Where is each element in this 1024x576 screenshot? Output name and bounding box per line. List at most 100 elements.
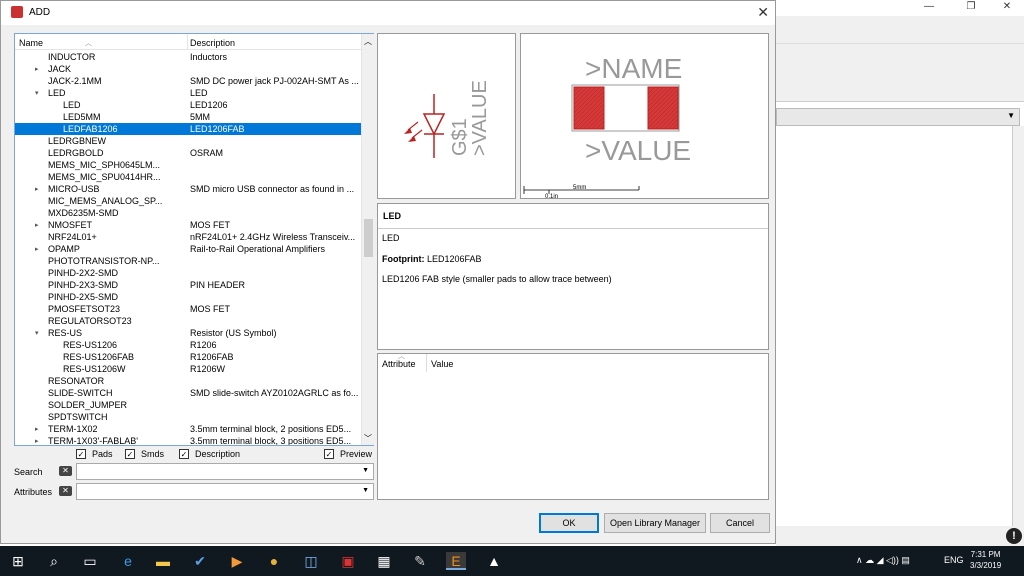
system-tray-icons[interactable]: ∧ ☁ ◢ ◁)) ▤ <box>856 555 910 566</box>
language-indicator[interactable]: ENG <box>944 555 964 565</box>
media-player-icon[interactable]: ▶ <box>227 552 247 570</box>
calculator-icon[interactable]: ▦ <box>374 552 394 570</box>
close-icon[interactable]: ✕ <box>757 4 769 21</box>
expand-icon[interactable]: ▸ <box>35 65 39 73</box>
tree-row[interactable]: SOLDER_JUMPER <box>15 399 361 411</box>
expand-icon[interactable]: ▸ <box>35 221 39 229</box>
tree-row[interactable]: ▾ LED LED <box>15 87 361 99</box>
tree-row[interactable]: NRF24L01+ nRF24L01+ 2.4GHz Wireless Trans… <box>15 231 361 243</box>
expand-icon[interactable]: ▸ <box>35 437 39 445</box>
tree-row-description: MOS FET <box>190 220 230 230</box>
library-tree[interactable]: ︿ Name Description INDUCTOR Inductors ▸ JAC… <box>14 33 374 446</box>
clear-attributes-icon[interactable]: ✕ <box>59 486 72 496</box>
tree-row[interactable]: LEDRGBNEW <box>15 135 361 147</box>
tree-row-name: MEMS_MIC_SPH0645LM... <box>48 160 161 170</box>
expand-icon[interactable]: ▸ <box>35 425 39 433</box>
tree-row[interactable]: PHOTOTRANSISTOR-NP... <box>15 255 361 267</box>
attribute-table[interactable]: ︿ Attribute Value <box>377 353 769 500</box>
tree-row-description: SMD slide-switch AYZ0102AGRLC as fo... <box>190 388 359 398</box>
chevron-down-icon[interactable]: ▼ <box>362 467 369 474</box>
tree-row[interactable]: LEDRGBOLD OSRAM <box>15 147 361 159</box>
expand-icon[interactable]: ▸ <box>35 245 39 253</box>
info-icon[interactable]: ! <box>1006 528 1022 544</box>
tree-row[interactable]: MEMS_MIC_SPU0414HR... <box>15 171 361 183</box>
tree-row[interactable]: PINHD-2X2-SMD <box>15 267 361 279</box>
tree-row[interactable]: RES-US1206FAB R1206FAB <box>15 351 361 363</box>
tree-row-description: Resistor (US Symbol) <box>190 328 277 338</box>
tree-row[interactable]: LEDFAB1206 LED1206FAB <box>15 123 361 135</box>
task-view-icon[interactable]: ▭ <box>80 552 100 570</box>
restore-icon[interactable]: ❐ <box>956 1 986 12</box>
tree-row[interactable]: PINHD-2X5-SMD <box>15 291 361 303</box>
expand-icon[interactable]: ▸ <box>35 185 39 193</box>
column-header-name[interactable]: Name <box>19 38 43 48</box>
photos-icon[interactable]: ▲ <box>484 552 504 570</box>
close-icon[interactable]: ✕ <box>992 1 1022 12</box>
tree-row[interactable]: JACK-2.1MM SMD DC power jack PJ-002AH-SMT… <box>15 75 361 87</box>
tree-scrollbar[interactable]: ︿ ﹀ <box>361 34 374 445</box>
tree-row[interactable]: LED LED1206 <box>15 99 361 111</box>
pads-checkbox[interactable]: ✓ Pads <box>76 449 113 459</box>
tree-row[interactable]: ▸ OPAMP Rail-to-Rail Operational Amplifier… <box>15 243 361 255</box>
attributes-input[interactable]: ▼ <box>76 483 374 500</box>
tree-row[interactable]: ▸ MICRO-USB SMD micro USB connector as fou… <box>15 183 361 195</box>
taskbar: ⊞ ⌕ ▭ e ▬ ✔ ▶ ● ◫ ▣ ▦ ✎ E ▲ ∧ ☁ ◢ ◁)) ▤ … <box>0 546 1024 576</box>
start-icon[interactable]: ⊞ <box>8 552 28 570</box>
tree-row[interactable]: RES-US1206W R1206W <box>15 363 361 375</box>
pdf-icon[interactable]: ▣ <box>338 552 358 570</box>
eagle-icon[interactable]: E <box>446 552 466 570</box>
tree-row[interactable]: PMOSFETSOT23 MOS FET <box>15 303 361 315</box>
edge-icon[interactable]: e <box>118 552 138 570</box>
search-input[interactable]: ▼ <box>76 463 374 480</box>
column-header-value[interactable]: Value <box>431 359 453 369</box>
mail-icon[interactable]: ✔ <box>190 552 210 570</box>
clock-time: 7:31 PM <box>970 550 1001 559</box>
description-checkbox[interactable]: ✓ Description <box>179 449 240 459</box>
scale-mm-label: 5mm <box>573 185 586 191</box>
tree-row[interactable]: ▸ TERM-1X02 3.5mm terminal block, 2 positi… <box>15 423 361 435</box>
collapse-icon[interactable]: ▾ <box>35 89 39 97</box>
footprint-note: LED1206 FAB style (smaller pads to allow… <box>382 274 612 284</box>
chevron-down-icon[interactable]: ▼ <box>362 487 369 494</box>
tree-row[interactable]: SPDTSWITCH <box>15 411 361 423</box>
paint-icon[interactable]: ✎ <box>410 552 430 570</box>
scroll-thumb[interactable] <box>364 219 373 257</box>
cancel-button[interactable]: Cancel <box>710 513 770 533</box>
package-preview: >NAME >VALUE 5mm 0.1in <box>520 33 769 200</box>
tree-row-description: LED1206FAB <box>190 124 245 134</box>
tree-row[interactable]: ▸ TERM-1X03'-FABLAB' 3.5mm terminal block,… <box>15 435 361 445</box>
tree-row[interactable]: RES-US1206 R1206 <box>15 339 361 351</box>
column-header-attribute[interactable]: Attribute <box>382 359 416 369</box>
tree-row[interactable]: ▾ RES-US Resistor (US Symbol) <box>15 327 361 339</box>
clear-search-icon[interactable]: ✕ <box>59 466 72 476</box>
background-combobox[interactable]: ▼ <box>776 108 1020 126</box>
open-library-manager-button[interactable]: Open Library Manager <box>604 513 706 533</box>
ok-button[interactable]: OK <box>539 513 599 533</box>
collapse-icon[interactable]: ▾ <box>35 329 39 337</box>
tree-row-name: SOLDER_JUMPER <box>48 400 128 410</box>
tree-row[interactable]: PINHD-2X3-SMD PIN HEADER <box>15 279 361 291</box>
tree-row[interactable]: SLIDE-SWITCH SMD slide-switch AYZ0102AGRL… <box>15 387 361 399</box>
app-window-icon[interactable]: ◫ <box>301 552 321 570</box>
search-icon[interactable]: ⌕ <box>44 552 64 570</box>
tree-row[interactable]: INDUCTOR Inductors <box>15 51 361 63</box>
tree-row[interactable]: MIC_MEMS_ANALOG_SP... <box>15 195 361 207</box>
chrome-icon[interactable]: ● <box>264 552 284 570</box>
tree-row-name: NMOSFET <box>48 220 92 230</box>
preview-checkbox[interactable]: ✓ Preview <box>324 449 372 459</box>
tree-row[interactable]: LED5MM 5MM <box>15 111 361 123</box>
tree-row[interactable]: ▸ NMOSFET MOS FET <box>15 219 361 231</box>
background-scrollbar[interactable] <box>1012 126 1024 536</box>
tree-row[interactable]: MXD6235M-SMD <box>15 207 361 219</box>
tree-row[interactable]: MEMS_MIC_SPH0645LM... <box>15 159 361 171</box>
smds-checkbox[interactable]: ✓ Smds <box>125 449 164 459</box>
tree-row[interactable]: ▸ JACK <box>15 63 361 75</box>
tree-row[interactable]: REGULATORSOT23 <box>15 315 361 327</box>
scroll-down-icon[interactable]: ﹀ <box>364 433 372 444</box>
tree-row[interactable]: RESONATOR <box>15 375 361 387</box>
scroll-up-icon[interactable]: ︿ <box>364 36 372 47</box>
minimize-icon[interactable]: — <box>914 1 944 12</box>
file-explorer-icon[interactable]: ▬ <box>153 552 173 570</box>
column-header-description[interactable]: Description <box>190 38 235 48</box>
taskbar-clock[interactable]: 7:31 PM 3/3/2019 <box>970 549 1001 571</box>
